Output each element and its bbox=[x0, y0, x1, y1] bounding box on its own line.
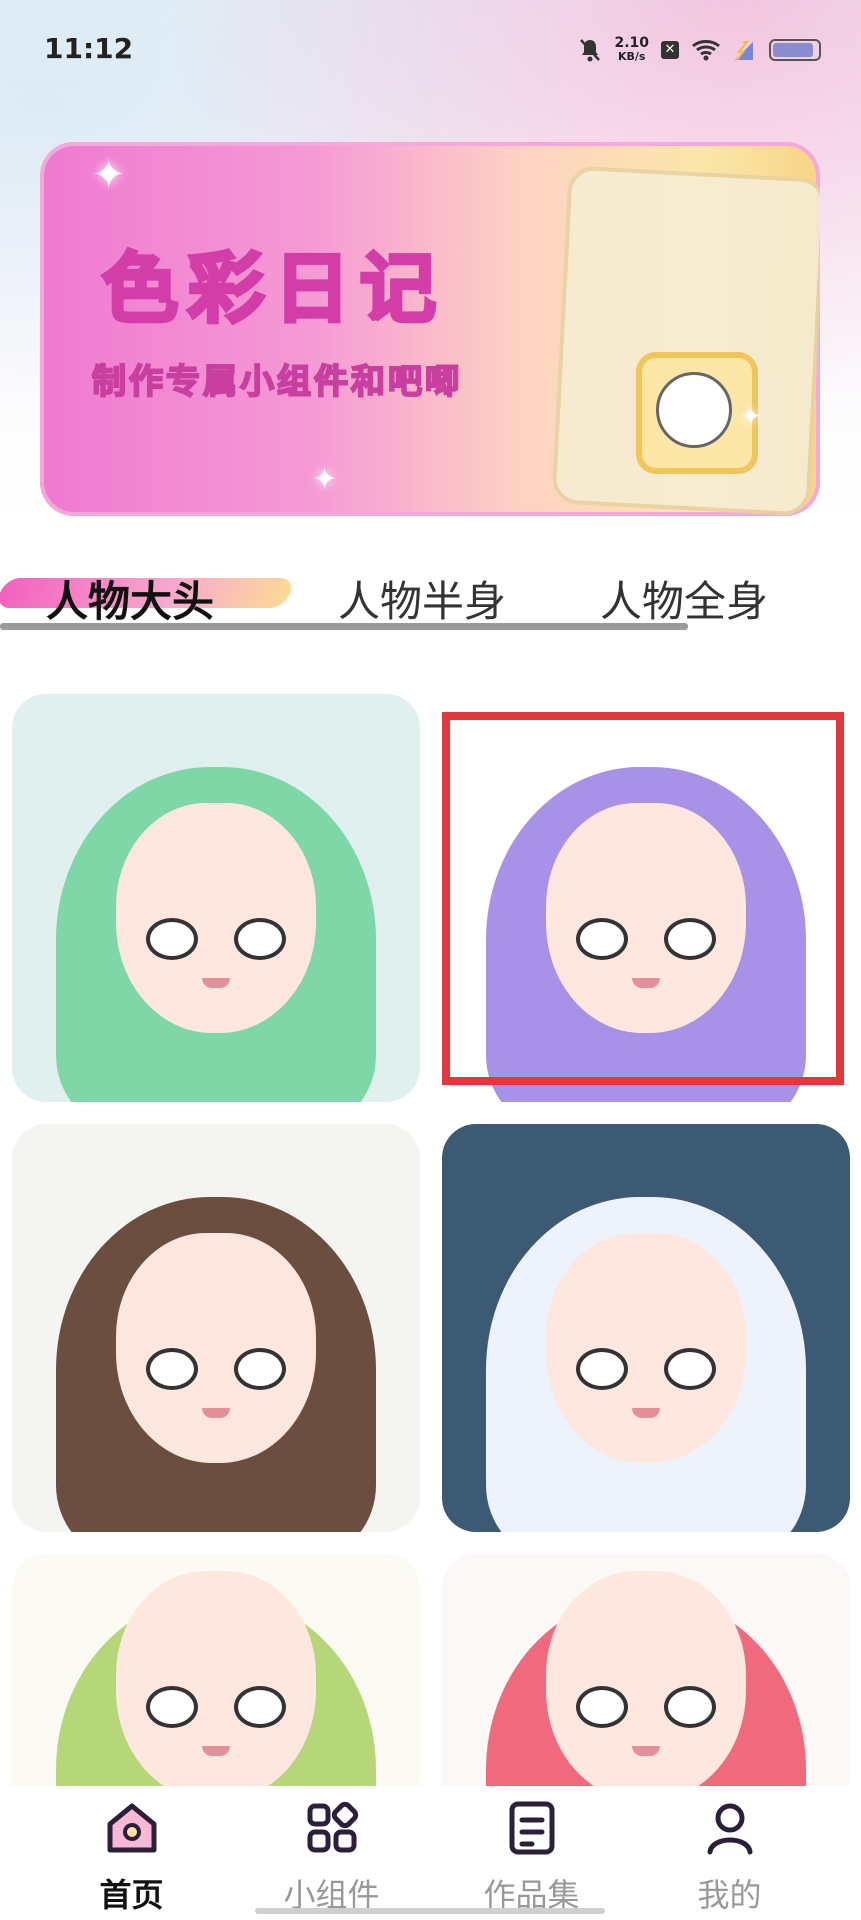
portfolio-icon bbox=[509, 1801, 554, 1855]
network-speed: 2.10 KB/s bbox=[614, 36, 649, 64]
nav-home[interactable]: 首页 bbox=[24, 1786, 239, 1920]
portrait-card-brown-hair-girl[interactable] bbox=[12, 1124, 420, 1532]
sparkle-icon: ✦ bbox=[312, 462, 338, 497]
portrait-face bbox=[546, 1571, 746, 1794]
portrait-face bbox=[116, 1571, 316, 1794]
status-bar: 11:12 2.10 KB/s ✕ bbox=[0, 0, 861, 100]
portrait-mouth bbox=[202, 1408, 230, 1419]
portrait-card-lime-hair-elf[interactable] bbox=[12, 1554, 420, 1794]
portrait-eye bbox=[576, 1348, 628, 1391]
portrait-eye bbox=[234, 918, 286, 961]
nav-profile-label: 我的 bbox=[697, 1876, 762, 1914]
battery-fill bbox=[773, 43, 813, 57]
portrait-mouth bbox=[202, 1745, 230, 1756]
portrait-eye bbox=[146, 918, 198, 961]
mute-bell-icon bbox=[580, 39, 601, 62]
portrait-eye bbox=[146, 1686, 198, 1728]
portrait-eye bbox=[664, 1686, 716, 1728]
portrait-eye bbox=[234, 1686, 286, 1728]
nav-profile[interactable]: 我的 bbox=[622, 1786, 837, 1920]
home-icon bbox=[107, 1803, 156, 1853]
banner-subtitle: 制作专属小组件和吧唧 bbox=[91, 361, 462, 403]
portrait-eye bbox=[234, 1348, 286, 1391]
wifi-icon bbox=[692, 40, 720, 61]
status-icons: 2.10 KB/s ✕ bbox=[578, 30, 821, 70]
portrait-face bbox=[116, 803, 316, 1034]
bottom-navigation: 首页 小组件 作品集 我的 bbox=[0, 1786, 861, 1920]
status-time: 11:12 bbox=[44, 32, 134, 65]
banner-title: 色彩日记 bbox=[100, 242, 446, 335]
tab-head-portrait[interactable]: 人物大头 bbox=[46, 568, 214, 629]
notification-x-icon: ✕ bbox=[661, 41, 679, 59]
home-indicator[interactable] bbox=[255, 1908, 605, 1914]
portrait-face bbox=[116, 1233, 316, 1464]
sparkle-icon: ✦ bbox=[740, 402, 762, 432]
portrait-card-silver-hair-girl[interactable] bbox=[442, 1124, 850, 1532]
promo-banner[interactable]: ✦ ✦ ✦ 色彩日记 制作专属小组件和吧唧 bbox=[40, 142, 820, 516]
tab-half-body[interactable]: 人物半身 bbox=[338, 568, 506, 629]
tab-underline bbox=[0, 623, 688, 630]
portrait-eye bbox=[664, 1348, 716, 1391]
portrait-eye bbox=[576, 1686, 628, 1728]
selection-frame bbox=[442, 712, 844, 1085]
profile-icon bbox=[707, 1803, 752, 1855]
portrait-card-green-hair-girl[interactable] bbox=[12, 694, 420, 1102]
portrait-eye bbox=[146, 1348, 198, 1391]
tab-full-body[interactable]: 人物全身 bbox=[600, 568, 768, 629]
battery-icon bbox=[769, 39, 821, 61]
portrait-mouth bbox=[202, 978, 230, 989]
portrait-mouth bbox=[632, 1408, 660, 1419]
portrait-face bbox=[546, 1233, 746, 1464]
sparkle-icon: ✦ bbox=[92, 152, 126, 198]
nav-home-label: 首页 bbox=[99, 1876, 164, 1914]
network-speed-unit: KB/s bbox=[617, 50, 646, 63]
widgets-icon bbox=[307, 1801, 358, 1853]
portrait-card-pink-hair-witch[interactable] bbox=[442, 1554, 850, 1794]
network-speed-value: 2.10 bbox=[614, 35, 649, 51]
portrait-mouth bbox=[632, 1745, 660, 1756]
signal-icon bbox=[735, 41, 753, 61]
nav-widgets[interactable]: 小组件 bbox=[224, 1786, 439, 1920]
nav-portfolio[interactable]: 作品集 bbox=[424, 1786, 639, 1920]
